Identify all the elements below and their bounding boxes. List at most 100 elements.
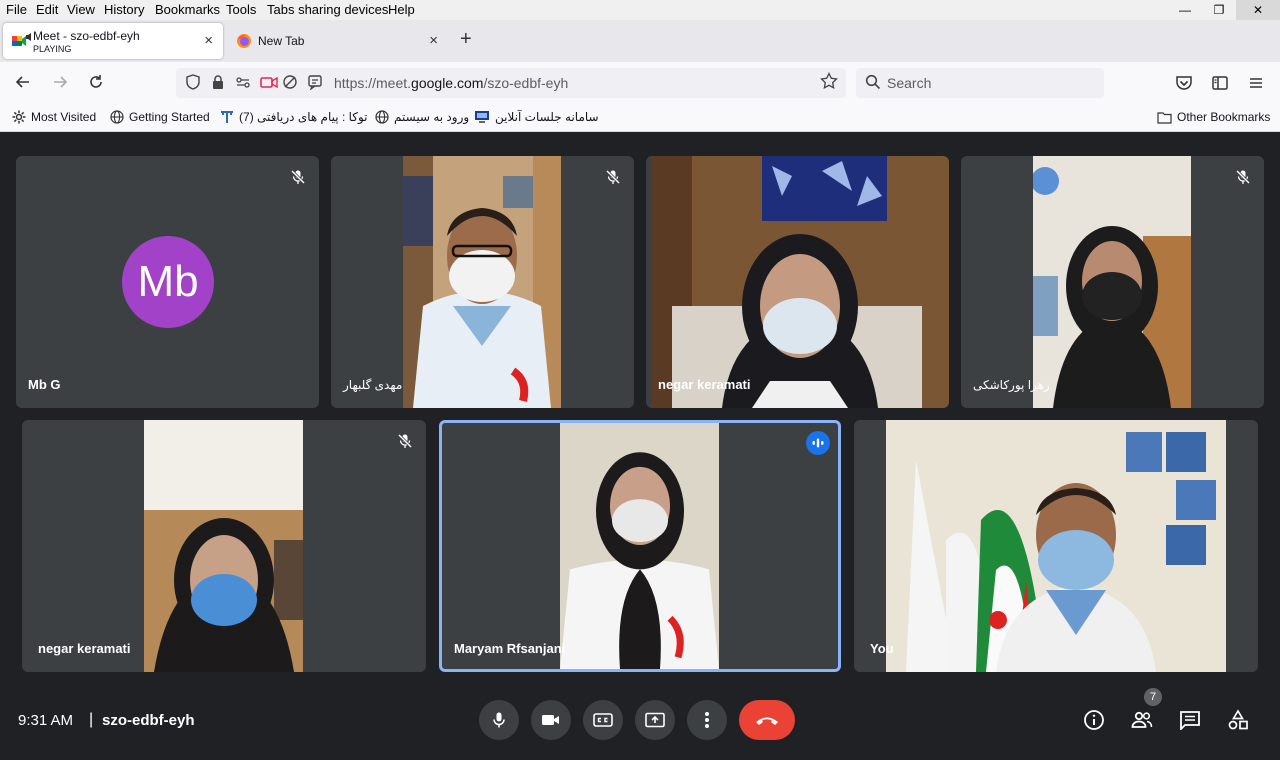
url-text[interactable]: https://meet.google.com/szo-edbf-eyh (334, 75, 568, 91)
people-count-badge: 7 (1144, 688, 1162, 706)
bookmark-getting-started[interactable]: Getting Started (110, 110, 210, 124)
bookmark-label: Getting Started (129, 110, 210, 124)
participant-tile[interactable]: زهرا پورکاشکی (961, 156, 1264, 408)
new-tab-button[interactable]: + (460, 28, 472, 51)
back-arrow-icon (15, 76, 29, 88)
close-icon: ✕ (1252, 3, 1264, 17)
present-screen-button[interactable] (635, 700, 675, 740)
minimize-icon: — (1179, 3, 1191, 17)
address-bar[interactable]: https://meet.google.com/szo-edbf-eyh (176, 68, 846, 98)
menu-tools[interactable]: Tools (226, 2, 256, 17)
tab-new-tab[interactable]: New Tab × (228, 23, 448, 59)
globe-icon (110, 110, 124, 124)
url-domain: google.com (411, 75, 484, 91)
forward-arrow-icon (54, 76, 68, 88)
bookmark-label: توکا : پیام های دریافتی (7) (239, 110, 368, 124)
hamburger-menu-icon[interactable] (1247, 74, 1265, 92)
participant-name: Mb G (28, 377, 61, 392)
menu-history[interactable]: History (104, 2, 144, 17)
close-tab-button[interactable]: × (429, 32, 438, 49)
close-tab-button[interactable]: × (204, 32, 213, 49)
camera-button[interactable] (531, 700, 571, 740)
participant-tile-active-speaker[interactable]: Maryam Rfsanjani (439, 420, 841, 672)
participant-name: negar keramati (38, 641, 131, 656)
tab-title: Meet - szo-edbf-eyh (33, 29, 140, 43)
meet-stage: Mb Mb G مهدی گلبهار negar keramati زهرا … (0, 132, 1280, 760)
bookmark-toka[interactable]: توکا : پیام های دریافتی (7) (220, 110, 368, 124)
search-bar[interactable]: Search (856, 68, 1104, 98)
participant-video (403, 156, 561, 408)
restore-button[interactable]: ❐ (1202, 0, 1236, 20)
participant-video (886, 420, 1226, 672)
microphone-icon (493, 712, 505, 728)
close-window-button[interactable]: ✕ (1236, 0, 1280, 20)
search-icon (865, 74, 881, 90)
monitor-icon (475, 111, 489, 123)
search-placeholder: Search (887, 75, 932, 91)
forward-button[interactable] (51, 73, 69, 95)
bookmark-label: سامانه جلسات آنلاین (495, 110, 599, 124)
participant-video (144, 420, 303, 672)
participant-tile[interactable]: negar keramati (646, 156, 949, 408)
bookmark-login[interactable]: ورود به سیستم (375, 110, 469, 124)
participant-tile-self[interactable]: You (854, 420, 1258, 672)
separator: | (89, 711, 94, 728)
tab-playing-label: PLAYING (33, 44, 72, 54)
muted-mic-icon (602, 166, 624, 188)
bookmark-other-bookmarks[interactable]: Other Bookmarks (1157, 110, 1270, 124)
reader-view-icon[interactable] (307, 74, 323, 90)
participant-name: Maryam Rfsanjani (454, 641, 566, 656)
present-screen-icon (645, 712, 665, 728)
shield-icon[interactable] (185, 74, 201, 90)
tab-title: New Tab (258, 34, 305, 48)
menu-help[interactable]: Help (388, 2, 415, 17)
chat-icon (1180, 711, 1200, 730)
tab-meet[interactable]: Meet - szo-edbf-eyh PLAYING × (3, 23, 223, 59)
bookmark-most-visited[interactable]: Most Visited (12, 110, 96, 124)
bookmark-label: ورود به سیستم (394, 110, 470, 124)
meeting-time: 9:31 AM (18, 712, 74, 729)
microphone-button[interactable] (479, 700, 519, 740)
participant-video (1033, 156, 1191, 408)
lock-icon[interactable] (211, 74, 225, 90)
more-options-button[interactable] (687, 700, 727, 740)
participant-name: زهرا پورکاشکی (973, 378, 1050, 392)
bookmark-label: Most Visited (31, 110, 97, 124)
sidebar-icon[interactable] (1211, 74, 1229, 92)
menu-edit[interactable]: Edit (36, 2, 58, 17)
participant-tile[interactable]: Mb Mb G (16, 156, 319, 408)
bookmarks-toolbar: Most Visited Getting Started توکا : پیام… (0, 104, 1280, 132)
participant-video (560, 423, 719, 669)
reload-button[interactable] (87, 73, 105, 95)
bookmark-online-meetings[interactable]: سامانه جلسات آنلاین (474, 110, 599, 124)
bookmark-label: Other Bookmarks (1177, 110, 1271, 124)
participant-tile[interactable]: مهدی گلبهار (331, 156, 634, 408)
activities-button[interactable] (1226, 708, 1250, 732)
restore-icon: ❐ (1213, 3, 1225, 17)
bookmark-star-icon[interactable] (820, 72, 838, 90)
menu-bookmarks[interactable]: Bookmarks (155, 2, 220, 17)
permissions-icon[interactable] (235, 74, 251, 90)
hang-up-icon (756, 717, 778, 725)
autoplay-blocked-icon[interactable] (282, 74, 298, 90)
toka-icon (221, 111, 233, 123)
participant-tile[interactable]: negar keramati (22, 420, 426, 672)
people-button[interactable] (1130, 708, 1154, 732)
back-button[interactable] (14, 73, 32, 95)
muted-mic-icon (287, 166, 309, 188)
info-icon (1084, 710, 1104, 730)
menu-view[interactable]: View (67, 2, 95, 17)
minimize-button[interactable]: — (1168, 0, 1202, 20)
menu-file[interactable]: File (6, 2, 27, 17)
participant-name: You (870, 641, 894, 656)
pocket-icon[interactable] (1175, 74, 1193, 92)
leave-call-button[interactable] (739, 700, 795, 740)
camera-sharing-icon[interactable] (260, 74, 278, 90)
chat-button[interactable] (1178, 708, 1202, 732)
meeting-details-button[interactable] (1082, 708, 1106, 732)
menu-tabs-sharing-devices[interactable]: Tabs sharing devices (267, 2, 388, 17)
navigation-toolbar: https://meet.google.com/szo-edbf-eyh Sea… (0, 62, 1280, 104)
captions-button[interactable] (583, 700, 623, 740)
participant-name: negar keramati (658, 377, 751, 392)
reload-icon (90, 75, 102, 88)
